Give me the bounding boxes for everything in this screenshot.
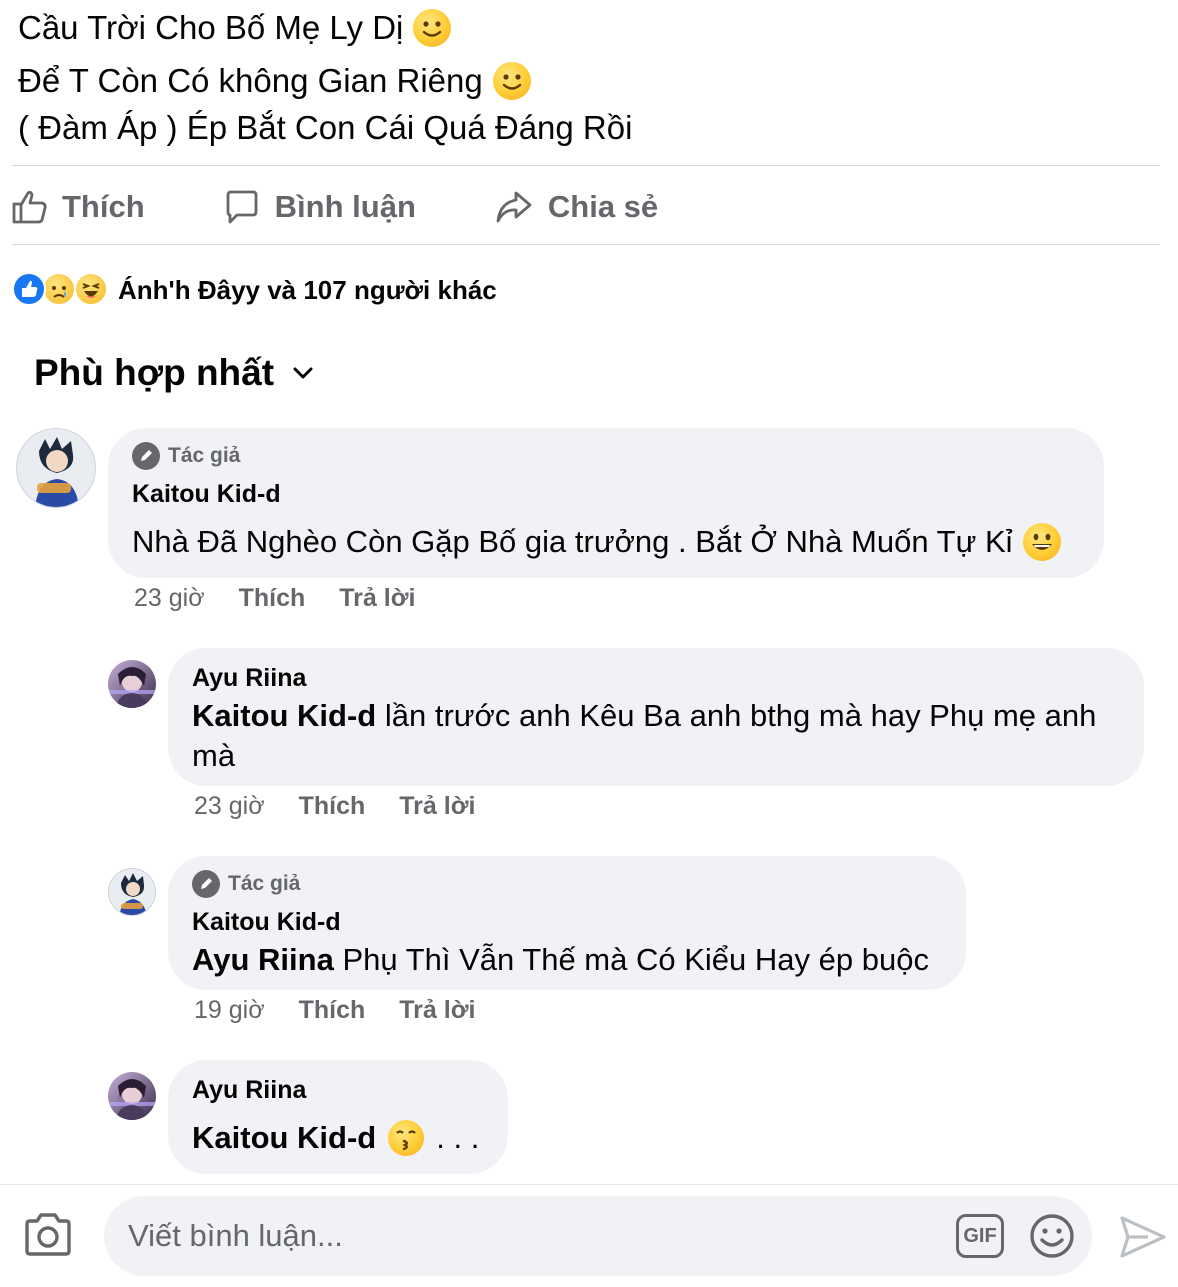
comment-meta: 23 giờ Thích Trả lời: [134, 584, 415, 613]
author-badge-label: Tác giả: [168, 444, 241, 467]
author-badge: Tác giả: [132, 442, 240, 470]
post-line: Cầu Trời Cho Bố Mẹ Ly Dị: [18, 4, 1158, 51]
comment-label: Bình luận: [274, 189, 416, 224]
post-line-text: Cầu Trời Cho Bố Mẹ Ly Dị: [18, 9, 404, 46]
comment-input[interactable]: [104, 1196, 1092, 1276]
comment-like-link[interactable]: Thích: [299, 792, 366, 821]
kissing-emoji-icon: [388, 1120, 425, 1156]
reaction-icons: [12, 272, 112, 308]
avatar[interactable]: [108, 660, 156, 708]
slightly-smiling-emoji-icon: [413, 8, 452, 47]
like-icon: [12, 272, 46, 306]
sort-label: Phù hợp nhất: [34, 352, 275, 393]
gif-label: GIF: [963, 1224, 997, 1247]
like-button[interactable]: Thích: [10, 188, 145, 226]
divider: [12, 165, 1160, 166]
avatar[interactable]: [16, 428, 96, 508]
comment-body: Phụ Thì Vẫn Thế mà Có Kiểu Hay ép buộc: [342, 942, 929, 977]
author-badge-label: Tác giả: [228, 872, 301, 895]
comment-meta: 23 giờ Thích Trả lời: [194, 792, 475, 821]
mention-link[interactable]: Kaitou Kid-d: [192, 698, 376, 733]
comment-reply-link[interactable]: Trả lời: [399, 996, 475, 1025]
avatar[interactable]: [108, 868, 156, 916]
mention-link[interactable]: Ayu Riina: [192, 942, 334, 977]
share-button[interactable]: Chia sẻ: [494, 188, 658, 226]
post-text: Cầu Trời Cho Bố Mẹ Ly Dị Để T Còn Có khô…: [18, 4, 1158, 151]
pencil-icon: [132, 442, 160, 470]
comment-reply-link[interactable]: Trả lời: [339, 584, 415, 613]
comment-time: 23 giờ: [134, 584, 205, 612]
thumbs-up-icon: [12, 190, 47, 224]
post-line-text: Để T Còn Có không Gian Riêng: [18, 62, 483, 99]
post-line: Để T Còn Có không Gian Riêng: [18, 57, 1158, 104]
comment-bubble: Ayu Riina Kaitou Kid-d lần trước anh Kêu…: [168, 648, 1144, 786]
pencil-icon: [192, 870, 220, 898]
post-line: ( Đàm Áp ) Ép Bắt Con Cái Quá Đáng Rồi: [18, 104, 1158, 151]
share-label: Chia sẻ: [547, 189, 659, 224]
comment-bubble: Tác giả Kaitou Kid-d Ayu Riina Phụ Thì V…: [168, 856, 966, 990]
comment-reply-link[interactable]: Trả lời: [399, 792, 475, 821]
avatar[interactable]: [108, 1072, 156, 1120]
comment-text: Kaitou Kid-d . . .: [192, 1118, 479, 1158]
comment-sort-dropdown[interactable]: Phù hợp nhất: [34, 352, 314, 394]
comment-author[interactable]: Kaitou Kid-d: [132, 480, 281, 509]
comment-time: 19 giờ: [194, 996, 265, 1024]
haha-icon: [74, 272, 108, 306]
comment-author[interactable]: Kaitou Kid-d: [192, 908, 341, 937]
divider: [12, 244, 1160, 245]
comment-button[interactable]: Bình luận: [223, 188, 416, 226]
post-line-text: ( Đàm Áp ) Ép Bắt Con Cái Quá Đáng Rồi: [18, 109, 633, 146]
author-badge: Tác giả: [192, 870, 300, 898]
chevron-down-icon: [293, 367, 313, 379]
comment-like-link[interactable]: Thích: [239, 584, 306, 613]
comment-text: Kaitou Kid-d lần trước anh Kêu Ba anh bt…: [192, 696, 1132, 776]
share-arrow-icon: [496, 191, 532, 223]
comment-like-link[interactable]: Thích: [299, 996, 366, 1025]
comment-author[interactable]: Ayu Riina: [192, 1076, 306, 1105]
comment-body: . . .: [436, 1120, 480, 1155]
slightly-smiling-emoji-icon: [492, 61, 531, 100]
post-actions: Thích Bình luận Chia sẻ: [10, 182, 736, 232]
comment-author[interactable]: Ayu Riina: [192, 664, 306, 693]
camera-icon[interactable]: [22, 1212, 74, 1263]
reactions-summary[interactable]: Ánh'h Đâyy và 107 người khác: [12, 272, 497, 308]
comment-text: Ayu Riina Phụ Thì Vẫn Thế mà Có Kiểu Hay…: [192, 940, 929, 980]
comment-body: mà: [192, 738, 236, 773]
comment-text: Nhà Đã Nghèo Còn Gặp Bố gia trưởng . Bắt…: [132, 522, 1061, 562]
reactions-text: Ánh'h Đâyy và 107 người khác: [118, 274, 497, 305]
mention-link[interactable]: Kaitou Kid-d: [192, 1118, 376, 1158]
comment-body: lần trước anh Kêu Ba anh bthg mà hay Phụ…: [384, 698, 1097, 733]
grinning-emoji-icon: [1022, 523, 1061, 561]
send-icon[interactable]: [1118, 1214, 1168, 1265]
comment-bubble: Ayu Riina Kaitou Kid-d . . .: [168, 1060, 508, 1174]
emoji-smile-icon[interactable]: [1028, 1212, 1076, 1265]
comment-time: 23 giờ: [194, 792, 265, 820]
like-label: Thích: [62, 189, 145, 224]
comment-bubble-icon: [226, 190, 258, 224]
comment-bubble: Tác giả Kaitou Kid-d Nhà Đã Nghèo Còn Gặ…: [108, 428, 1104, 578]
comment-body: Nhà Đã Nghèo Còn Gặp Bố gia trưởng . Bắt…: [132, 524, 1013, 559]
gif-button[interactable]: GIF: [956, 1214, 1004, 1258]
sad-icon: [42, 272, 76, 306]
comment-meta: 19 giờ Thích Trả lời: [194, 996, 475, 1025]
